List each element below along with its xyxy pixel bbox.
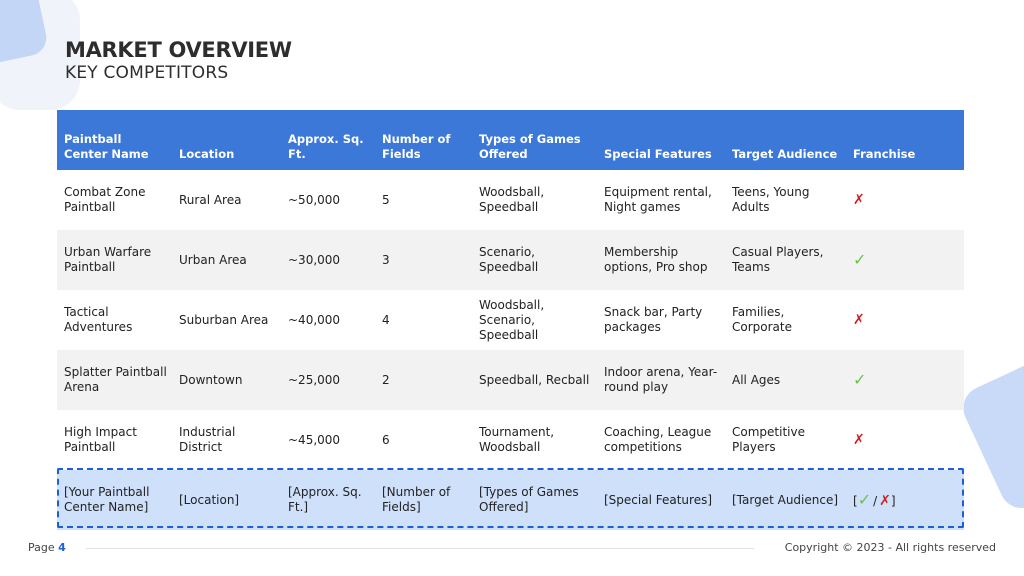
cell-features: Coaching, League competitions bbox=[604, 425, 712, 454]
separator-slash: / bbox=[873, 493, 878, 508]
cell-location: Suburban Area bbox=[179, 312, 269, 327]
check-icon: ✓ bbox=[857, 489, 872, 509]
cell-games: Tournament, Woodsball bbox=[479, 425, 555, 454]
cell-sqft: ~40,000 bbox=[288, 312, 341, 327]
cell-location: Downtown bbox=[179, 372, 243, 387]
cell-features: Snack bar, Party packages bbox=[604, 305, 703, 334]
cell-fields: 5 bbox=[382, 192, 390, 207]
table-row: Splatter Paintball Arena Downtown ~25,00… bbox=[57, 350, 964, 410]
cell-games-placeholder: [Types of Games Offered] bbox=[479, 485, 579, 514]
competitors-table: Paintball Center Name Location Approx. S… bbox=[57, 110, 964, 530]
cell-games: Woodsball, Scenario, Speedball bbox=[479, 297, 545, 342]
column-header-audience: Target Audience bbox=[732, 147, 838, 161]
table-row: Combat Zone Paintball Rural Area ~50,000… bbox=[57, 170, 964, 230]
cell-franchise: ✗ bbox=[846, 410, 964, 470]
cross-icon: ✗ bbox=[853, 311, 865, 328]
cell-sqft: ~50,000 bbox=[288, 192, 341, 207]
page-indicator: Page 4 bbox=[28, 541, 66, 554]
cell-features: Equipment rental, Night games bbox=[604, 185, 712, 214]
column-header-features: Special Features bbox=[604, 147, 712, 161]
page-label: Page bbox=[28, 541, 55, 554]
cell-name: Urban Warfare Paintball bbox=[64, 245, 152, 274]
cell-audience: Casual Players, Teams bbox=[732, 245, 824, 274]
cell-sqft: ~25,000 bbox=[288, 372, 341, 387]
cell-name: Splatter Paintball Arena bbox=[64, 365, 167, 394]
cell-games: Woodsball, Speedball bbox=[479, 185, 545, 214]
cell-name-placeholder: [Your Paintball Center Name] bbox=[64, 485, 150, 514]
cell-location-placeholder: [Location] bbox=[179, 492, 240, 507]
cell-fields: 4 bbox=[382, 312, 390, 327]
page-subtitle: KEY COMPETITORS bbox=[65, 63, 229, 83]
cell-franchise: ✗ bbox=[846, 170, 964, 230]
cross-icon: ✗ bbox=[879, 492, 891, 509]
cross-icon: ✗ bbox=[853, 431, 865, 448]
cell-audience-placeholder: [Target Audience] bbox=[732, 492, 839, 507]
copyright-text: Copyright © 2023 - All rights reserved bbox=[784, 541, 996, 554]
column-header-franchise: Franchise bbox=[853, 147, 916, 161]
cell-features: Indoor arena, Year-round play bbox=[604, 365, 718, 394]
page-number: 4 bbox=[58, 541, 66, 554]
column-header-games: Types of Games Offered bbox=[479, 132, 581, 161]
cross-icon: ✗ bbox=[853, 191, 865, 208]
cell-audience: Teens, Young Adults bbox=[732, 185, 810, 214]
cell-sqft: ~45,000 bbox=[288, 432, 341, 447]
cell-franchise: ✗ bbox=[846, 290, 964, 350]
check-icon: ✓ bbox=[853, 249, 867, 269]
cell-sqft-placeholder: [Approx. Sq. Ft.] bbox=[288, 485, 362, 514]
check-icon: ✓ bbox=[853, 369, 867, 389]
footer-divider bbox=[86, 548, 754, 549]
cell-audience: Families, Corporate bbox=[732, 305, 792, 334]
bracket-close: ] bbox=[890, 493, 896, 508]
cell-audience: Competitive Players bbox=[732, 425, 805, 454]
cell-location: Industrial District bbox=[179, 425, 236, 454]
cell-games: Speedball, Recball bbox=[479, 372, 590, 387]
table-row: Tactical Adventures Suburban Area ~40,00… bbox=[57, 290, 964, 350]
cell-fields: 3 bbox=[382, 252, 390, 267]
cell-franchise-placeholder: [✓ / ✗] bbox=[846, 470, 964, 530]
template-row: [Your Paintball Center Name] [Location] … bbox=[57, 470, 964, 530]
cell-fields: 6 bbox=[382, 432, 390, 447]
cell-features-placeholder: [Special Features] bbox=[604, 492, 713, 507]
page-title: MARKET OVERVIEW bbox=[65, 38, 292, 62]
cell-sqft: ~30,000 bbox=[288, 252, 341, 267]
cell-location: Rural Area bbox=[179, 192, 242, 207]
cell-games: Scenario, Speedball bbox=[479, 245, 539, 274]
column-header-fields: Number of Fields bbox=[382, 132, 451, 161]
table-row: Urban Warfare Paintball Urban Area ~30,0… bbox=[57, 230, 964, 290]
column-header-name: Paintball Center Name bbox=[64, 132, 149, 161]
cell-audience: All Ages bbox=[732, 372, 781, 387]
column-header-location: Location bbox=[179, 147, 235, 161]
cell-location: Urban Area bbox=[179, 252, 247, 267]
cell-name: Tactical Adventures bbox=[64, 305, 133, 334]
column-header-sqft: Approx. Sq. Ft. bbox=[288, 132, 364, 161]
cell-fields: 2 bbox=[382, 372, 390, 387]
cell-franchise: ✓ bbox=[846, 230, 964, 290]
decor-shape-bottom-right bbox=[956, 346, 1024, 516]
table-header-row: Paintball Center Name Location Approx. S… bbox=[57, 110, 964, 170]
cell-franchise: ✓ bbox=[846, 350, 964, 410]
table-row: High Impact Paintball Industrial Distric… bbox=[57, 410, 964, 470]
cell-name: Combat Zone Paintball bbox=[64, 185, 146, 214]
cell-fields-placeholder: [Number of Fields] bbox=[382, 485, 451, 514]
cell-features: Membership options, Pro shop bbox=[604, 245, 708, 274]
cell-name: High Impact Paintball bbox=[64, 425, 137, 454]
